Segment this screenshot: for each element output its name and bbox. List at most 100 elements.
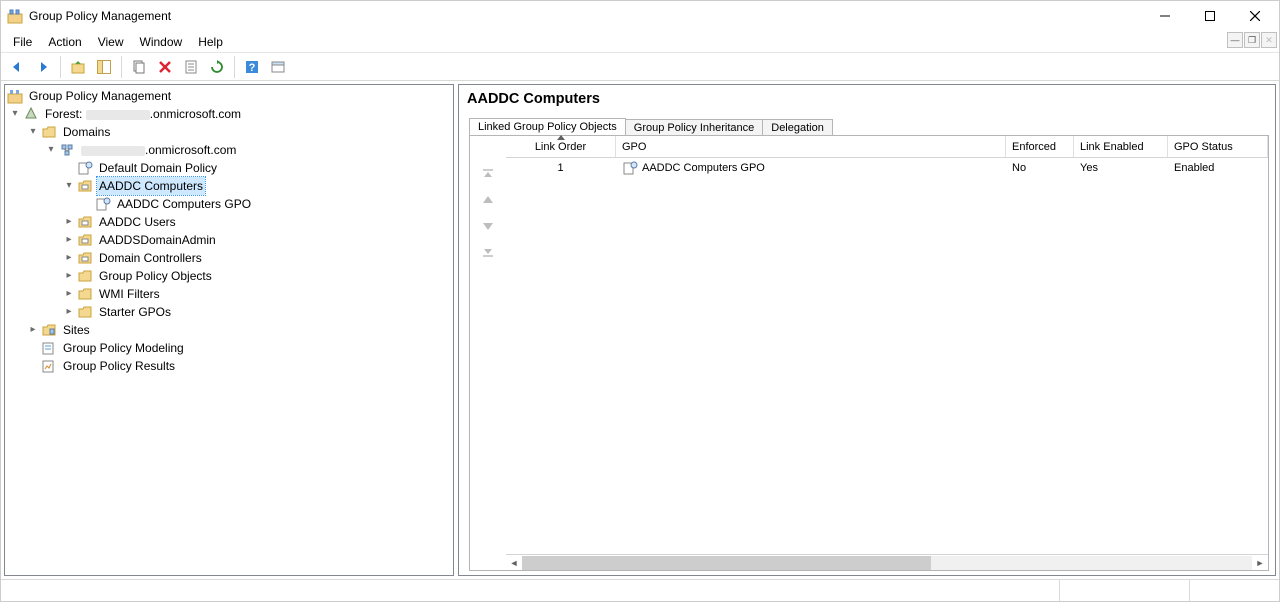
- expand-icon[interactable]: ▸: [61, 304, 77, 320]
- expand-icon[interactable]: ▸: [25, 322, 41, 338]
- forest-icon: [23, 106, 39, 122]
- up-button[interactable]: [66, 55, 90, 79]
- node-label: AADDSDomainAdmin: [97, 231, 218, 249]
- scroll-left-icon[interactable]: ◄: [506, 556, 522, 570]
- tree-domain-controllers[interactable]: ▸ Domain Controllers: [5, 249, 453, 267]
- results-icon: [41, 358, 57, 374]
- gpo-grid: Link Order GPO Enforced Link Enabled GPO…: [506, 136, 1268, 570]
- collapse-icon[interactable]: ▾: [61, 178, 77, 194]
- content-pane: AADDC Computers Linked Group Policy Obje…: [458, 84, 1276, 576]
- folder-icon: [77, 286, 93, 302]
- mdi-minimize-button[interactable]: —: [1227, 32, 1243, 48]
- tree-root[interactable]: Group Policy Management: [5, 87, 453, 105]
- tree-wmi-filters[interactable]: ▸ WMI Filters: [5, 285, 453, 303]
- move-bottom-button[interactable]: [478, 242, 498, 262]
- tree-pane[interactable]: Group Policy Management ▾ Forest: .onmic…: [4, 84, 454, 576]
- tree-domain[interactable]: ▾ .onmicrosoft.com: [5, 141, 453, 159]
- status-cell: [1189, 580, 1279, 601]
- ou-icon: [77, 178, 93, 194]
- tree-forest[interactable]: ▾ Forest: .onmicrosoft.com: [5, 105, 453, 123]
- move-up-button[interactable]: [478, 190, 498, 210]
- status-cell: [1, 580, 1059, 601]
- main-area: Group Policy Management ▾ Forest: .onmic…: [1, 81, 1279, 579]
- modeling-icon: [41, 340, 57, 356]
- expand-icon[interactable]: ▸: [61, 232, 77, 248]
- move-top-button[interactable]: [478, 164, 498, 184]
- folder-icon: [77, 304, 93, 320]
- cell-order: 1: [506, 162, 616, 174]
- menu-bar: File Action View Window Help — ❐ ✕: [1, 31, 1279, 53]
- expand-icon[interactable]: ▸: [61, 214, 77, 230]
- tree-aadds-domain-admin[interactable]: ▸ AADDSDomainAdmin: [5, 231, 453, 249]
- tree-domains-label: Domains: [61, 123, 112, 141]
- gpo-link-icon: [77, 160, 93, 176]
- scroll-right-icon[interactable]: ►: [1252, 556, 1268, 570]
- menu-window[interactable]: Window: [132, 33, 191, 51]
- menu-view[interactable]: View: [90, 33, 132, 51]
- tree-modeling[interactable]: Group Policy Modeling: [5, 339, 453, 357]
- svg-text:?: ?: [249, 62, 256, 74]
- cell-gpo: AADDC Computers GPO: [616, 160, 1006, 176]
- mdi-close-button[interactable]: ✕: [1261, 32, 1277, 48]
- tree-results[interactable]: Group Policy Results: [5, 357, 453, 375]
- menu-file[interactable]: File: [5, 33, 40, 51]
- cell-gpo-status: Enabled: [1168, 162, 1268, 174]
- folder-icon: [41, 124, 57, 140]
- show-hide-tree-button[interactable]: [92, 55, 116, 79]
- menu-action[interactable]: Action: [40, 33, 89, 51]
- move-down-button[interactable]: [478, 216, 498, 236]
- forward-button[interactable]: [31, 55, 55, 79]
- table-row[interactable]: 1 AADDC Computers GPO No Yes Enabled: [506, 158, 1268, 178]
- grid-header: Link Order GPO Enforced Link Enabled GPO…: [506, 136, 1268, 158]
- menu-help[interactable]: Help: [190, 33, 231, 51]
- folder-icon: [77, 268, 93, 284]
- mdi-restore-button[interactable]: ❐: [1244, 32, 1260, 48]
- tab-linked-gpos[interactable]: Linked Group Policy Objects: [469, 118, 626, 135]
- col-enforced[interactable]: Enforced: [1006, 136, 1074, 157]
- tab-strip: Linked Group Policy Objects Group Policy…: [469, 113, 1269, 135]
- help-button[interactable]: ?: [240, 55, 264, 79]
- col-gpo-status[interactable]: GPO Status: [1168, 136, 1268, 157]
- copy-button[interactable]: [127, 55, 151, 79]
- minimize-button[interactable]: [1142, 2, 1187, 30]
- tree-aaddc-computers-gpo[interactable]: AADDC Computers GPO: [5, 195, 453, 213]
- node-label: Starter GPOs: [97, 303, 173, 321]
- tab-inheritance[interactable]: Group Policy Inheritance: [625, 119, 763, 136]
- refresh-button[interactable]: [205, 55, 229, 79]
- expand-icon[interactable]: ▸: [61, 286, 77, 302]
- gpo-link-icon: [622, 160, 638, 176]
- status-cell: [1059, 580, 1189, 601]
- collapse-icon[interactable]: ▾: [25, 124, 41, 140]
- tree-domains[interactable]: ▾ Domains: [5, 123, 453, 141]
- scroll-thumb[interactable]: [522, 556, 931, 570]
- collapse-icon[interactable]: ▾: [7, 106, 23, 122]
- back-button[interactable]: [5, 55, 29, 79]
- expand-icon[interactable]: ▸: [61, 268, 77, 284]
- tab-delegation[interactable]: Delegation: [762, 119, 833, 136]
- tree-root-label: Group Policy Management: [27, 87, 173, 105]
- scroll-track[interactable]: [522, 556, 1252, 570]
- tree-sites[interactable]: ▸ Sites: [5, 321, 453, 339]
- delete-button[interactable]: [153, 55, 177, 79]
- tree: Group Policy Management ▾ Forest: .onmic…: [5, 87, 453, 375]
- tree-group-policy-objects[interactable]: ▸ Group Policy Objects: [5, 267, 453, 285]
- tree-starter-gpos[interactable]: ▸ Starter GPOs: [5, 303, 453, 321]
- new-window-button[interactable]: [266, 55, 290, 79]
- horizontal-scrollbar[interactable]: ◄ ►: [506, 554, 1268, 570]
- node-label: WMI Filters: [97, 285, 162, 303]
- tree-aaddc-computers[interactable]: ▾ AADDC Computers: [5, 177, 453, 195]
- col-link-enabled[interactable]: Link Enabled: [1074, 136, 1168, 157]
- ou-icon: [77, 232, 93, 248]
- col-gpo[interactable]: GPO: [616, 136, 1006, 157]
- maximize-button[interactable]: [1187, 2, 1232, 30]
- close-button[interactable]: [1232, 2, 1277, 30]
- collapse-icon[interactable]: ▾: [43, 142, 59, 158]
- ou-icon: [77, 214, 93, 230]
- col-link-order[interactable]: Link Order: [506, 136, 616, 157]
- tree-aaddc-users[interactable]: ▸ AADDC Users: [5, 213, 453, 231]
- tree-default-domain-policy[interactable]: Default Domain Policy: [5, 159, 453, 177]
- expand-icon[interactable]: ▸: [61, 250, 77, 266]
- grid-body[interactable]: 1 AADDC Computers GPO No Yes Enabled: [506, 158, 1268, 554]
- sites-icon: [41, 322, 57, 338]
- properties-button[interactable]: [179, 55, 203, 79]
